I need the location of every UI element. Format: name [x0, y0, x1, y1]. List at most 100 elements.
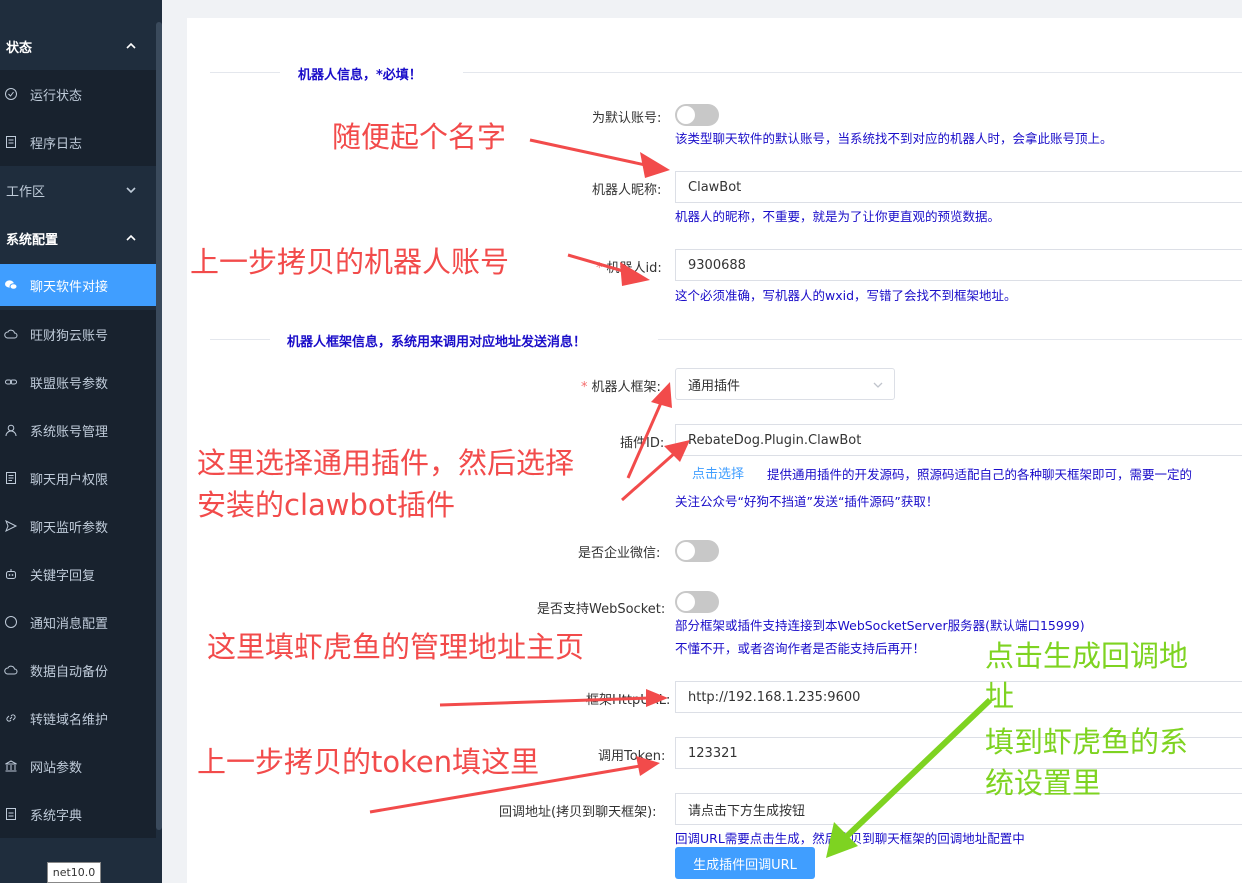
- annotation-token: 上一步拷贝的token填这里: [197, 745, 540, 779]
- sidebar: 状态 运行状态 程序日志 工作区 系统配置 聊天软件对接 旺财狗云账号 联盟账号…: [0, 0, 162, 883]
- default-account-switch[interactable]: [675, 104, 719, 126]
- sidebar-item-wangcaigou-account[interactable]: 旺财狗云账号: [0, 310, 156, 358]
- annotation-green-1: 点击生成回调地: [985, 639, 1189, 673]
- chevron-down-icon: [873, 382, 883, 388]
- version-tag: net10.0: [47, 862, 101, 883]
- enterprise-wechat-label: 是否企业微信:: [578, 546, 661, 561]
- callback-label: 回调地址(拷贝到聊天框架):: [499, 805, 657, 820]
- framework-url-input[interactable]: http://192.168.1.235:9600: [675, 681, 1242, 713]
- robot-id-label-text: 机器人id:: [606, 261, 662, 276]
- sidebar-item-label: 系统账号管理: [30, 424, 109, 440]
- annotation-robot-account: 上一步拷贝的机器人账号: [190, 245, 510, 279]
- sidebar-item-label: 联盟账号参数: [30, 376, 109, 392]
- token-label: 调用Token:: [598, 749, 666, 764]
- generate-callback-button[interactable]: 生成插件回调URL: [675, 847, 815, 879]
- sidebar-item-label: 网站参数: [30, 760, 83, 776]
- divider: [658, 339, 1242, 340]
- required-mark: *: [596, 261, 603, 276]
- divider: [463, 72, 1242, 73]
- sidebar-item-label: 系统字典: [30, 808, 83, 824]
- sidebar-item-label: 聊天软件对接: [30, 279, 109, 295]
- sidebar-group-status[interactable]: 状态: [0, 22, 156, 70]
- bank-icon: [5, 760, 17, 772]
- nickname-label: 机器人昵称:: [592, 183, 662, 198]
- callback-hint: 回调URL需要点击生成，然后拷贝到聊天框架的回调地址配置中: [675, 831, 1025, 846]
- sidebar-item-chat-software[interactable]: 聊天软件对接: [0, 264, 156, 306]
- framework-label-text: 机器人框架:: [591, 380, 661, 395]
- section-title-framework-info: 机器人框架信息，系统用来调用对应地址发送消息！: [287, 335, 587, 350]
- dictionary-icon: [6, 808, 16, 820]
- sidebar-item-label: 关键字回复: [30, 568, 96, 584]
- websocket-switch[interactable]: [675, 591, 719, 613]
- sidebar-item-system-accounts[interactable]: 系统账号管理: [0, 406, 156, 454]
- chevron-down-icon: [126, 187, 136, 194]
- sidebar-item-chat-user-perms[interactable]: 聊天用户权限: [0, 454, 156, 502]
- sidebar-group-workspace[interactable]: 工作区: [0, 166, 156, 214]
- sidebar-item-label: 程序日志: [30, 136, 83, 152]
- sidebar-item-label: 聊天监听参数: [30, 520, 109, 536]
- plugin-id-label: 插件ID:: [620, 436, 665, 451]
- cloud-icon: [4, 329, 18, 339]
- annotation-green-3: 填到虾虎鱼的系: [985, 725, 1189, 759]
- annotation-green-4: 统设置里: [985, 766, 1102, 800]
- circle-icon: [5, 616, 17, 628]
- chevron-up-icon: [126, 234, 136, 241]
- wechat-icon: [5, 280, 18, 290]
- chain-icon: [6, 714, 16, 722]
- section-title-robot-info: 机器人信息，*必填！: [298, 68, 422, 83]
- nickname-hint: 机器人的昵称，不重要，就是为了让你更直观的预览数据。: [675, 209, 1001, 224]
- sidebar-item-alliance-params[interactable]: 联盟账号参数: [0, 358, 156, 406]
- divider: [210, 72, 280, 73]
- sidebar-item-chat-listen-params[interactable]: 聊天监听参数: [0, 502, 156, 550]
- framework-select[interactable]: 通用插件: [675, 368, 895, 400]
- annotation-name: 随便起个名字: [332, 120, 507, 154]
- sidebar-item-notify-config[interactable]: 通知消息配置: [0, 598, 156, 646]
- websocket-hint-2: 不懂不开，或者咨询作者是否能支持后再开！: [675, 641, 926, 656]
- sidebar-item-system-dict[interactable]: 系统字典: [0, 790, 156, 838]
- send-icon: [5, 519, 18, 533]
- link-icon: [5, 379, 17, 385]
- sidebar-item-label: 运行状态: [30, 88, 83, 104]
- annotation-select-plugin-1: 这里选择通用插件，然后选择: [197, 446, 575, 480]
- default-account-label: 为默认账号:: [592, 111, 662, 126]
- sidebar-group-system-config[interactable]: 系统配置: [0, 214, 156, 262]
- nickname-input[interactable]: ClawBot: [675, 171, 1242, 203]
- sidebar-item-label: 转链域名维护: [30, 712, 109, 728]
- document-icon: [6, 136, 16, 148]
- plugin-hint-2: 关注公众号“好狗不挡道”发送“插件源码”获取！: [675, 494, 939, 509]
- sidebar-item-keyword-reply[interactable]: 关键字回复: [0, 550, 156, 598]
- sidebar-item-program-log[interactable]: 程序日志: [0, 118, 156, 166]
- check-circle-icon: [5, 88, 17, 100]
- framework-select-value: 通用插件: [688, 378, 741, 394]
- sidebar-item-link-domain[interactable]: 转链域名维护: [0, 694, 156, 742]
- plugin-id-input[interactable]: RebateDog.Plugin.ClawBot: [675, 424, 1242, 456]
- sidebar-item-auto-backup[interactable]: 数据自动备份: [0, 646, 156, 694]
- robot-id-label: * 机器人id:: [596, 257, 662, 276]
- framework-url-label: 框架HttpURL:: [586, 693, 671, 708]
- chevron-up-icon: [126, 42, 136, 49]
- user-icon: [5, 424, 17, 437]
- sidebar-group-label: 状态: [6, 40, 33, 56]
- default-account-hint: 该类型聊天软件的默认账号，当系统找不到对应的机器人时，会拿此账号顶上。: [675, 131, 1113, 146]
- cloud-icon: [4, 665, 18, 675]
- callback-url-input[interactable]: 请点击下方生成按钮: [675, 793, 1242, 825]
- sidebar-item-label: 聊天用户权限: [30, 472, 109, 488]
- plugin-hint: 提供通用插件的开发源码，照源码适配自己的各种聊天框架即可，需要一定的: [767, 467, 1193, 482]
- websocket-label: 是否支持WebSocket:: [537, 602, 666, 617]
- enterprise-wechat-switch[interactable]: [675, 540, 719, 562]
- click-select-link[interactable]: 点击选择: [692, 463, 744, 482]
- list-icon: [6, 472, 16, 484]
- websocket-hint-1: 部分框架或插件支持连接到本WebSocketServer服务器(默认端口1599…: [675, 618, 1085, 633]
- required-mark: *: [581, 380, 588, 395]
- annotation-select-plugin-2: 安装的clawbot插件: [197, 488, 456, 522]
- sidebar-group-label: 系统配置: [6, 232, 59, 248]
- sidebar-item-run-status[interactable]: 运行状态: [0, 70, 156, 118]
- annotation-green-2: 址: [985, 679, 1015, 713]
- sidebar-item-label: 数据自动备份: [30, 664, 109, 680]
- robot-id-hint: 这个必须准确，写机器人的wxid，写错了会找不到框架地址。: [675, 288, 1017, 303]
- sidebar-item-label: 旺财狗云账号: [30, 328, 109, 344]
- framework-label: * 机器人框架:: [581, 376, 661, 395]
- sidebar-item-site-params[interactable]: 网站参数: [0, 742, 156, 790]
- robot-id-input[interactable]: 9300688: [675, 249, 1242, 281]
- annotation-manage-url: 这里填虾虎鱼的管理地址主页: [207, 630, 585, 664]
